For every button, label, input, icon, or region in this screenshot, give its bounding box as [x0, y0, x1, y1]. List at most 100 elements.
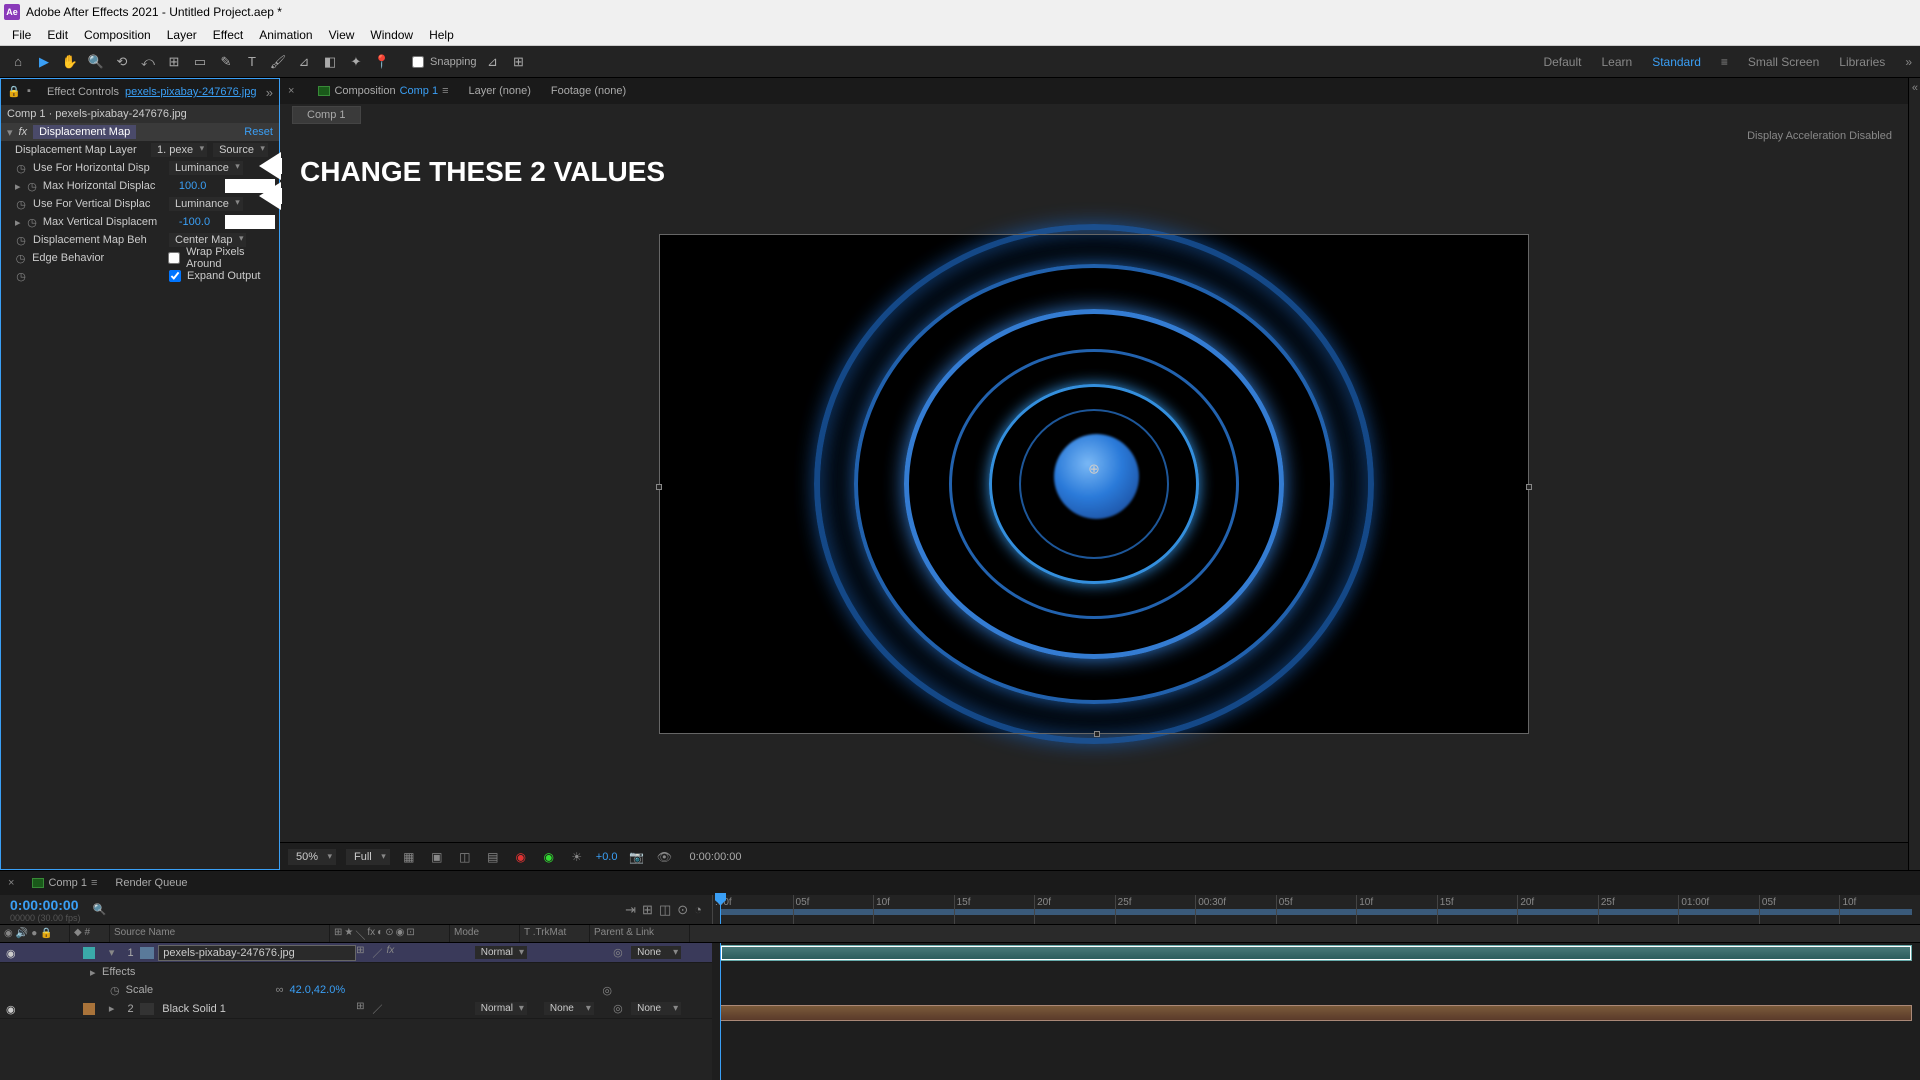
pen-tool-icon[interactable]: ✎ — [216, 52, 236, 72]
switch-col-icon[interactable]: ⊞ — [334, 927, 342, 940]
mode-header[interactable]: Mode — [450, 925, 520, 942]
switch-col-icon[interactable]: ◐ — [377, 927, 383, 940]
home-icon[interactable]: ⌂ — [8, 52, 28, 72]
effect-header[interactable]: ▾ fx Displacement Map Reset — [1, 123, 279, 141]
stopwatch-icon[interactable]: ◷ — [27, 180, 37, 192]
max-horizontal-value[interactable]: 100.0 — [179, 180, 219, 192]
menu-animation[interactable]: Animation — [251, 28, 320, 42]
current-time-indicator[interactable] — [720, 943, 721, 1080]
stopwatch-icon[interactable]: ◷ — [15, 270, 27, 282]
panel-expand-icon[interactable]: » — [1905, 55, 1912, 69]
wrap-pixels-checkbox[interactable] — [168, 252, 180, 264]
expand-panel-icon[interactable]: « — [1912, 82, 1918, 94]
parent-header[interactable]: Parent & Link — [590, 925, 690, 942]
pickwhip-icon[interactable]: ◎ — [613, 1002, 627, 1015]
rotate-tool-icon[interactable]: ⤺ — [138, 52, 158, 72]
guides-icon[interactable]: ▤ — [484, 848, 502, 866]
twirl-icon[interactable]: ▸ — [90, 966, 102, 979]
fx-badge-icon[interactable]: fx — [387, 945, 395, 960]
workspace-menu-icon[interactable]: ≡ — [1721, 55, 1728, 69]
effects-group-row[interactable]: ▸ Effects — [0, 963, 712, 981]
selection-tool-icon[interactable]: ▶ — [34, 52, 54, 72]
menu-composition[interactable]: Composition — [76, 28, 159, 42]
menu-layer[interactable]: Layer — [159, 28, 205, 42]
switch-col-icon[interactable]: ★ — [344, 927, 353, 940]
layer-tab[interactable]: Layer (none) — [469, 85, 531, 97]
type-tool-icon[interactable]: T — [242, 52, 262, 72]
panel-lock-icon[interactable]: 🔒 — [7, 85, 21, 99]
shape-tool-icon[interactable]: ▭ — [190, 52, 210, 72]
switches-icon[interactable]: ⊞ — [642, 902, 653, 918]
stopwatch-icon[interactable]: ◷ — [15, 252, 26, 264]
trkmat-dropdown[interactable]: None — [544, 1002, 594, 1015]
scale-property-row[interactable]: ◷ Scale ∞ 42.0,42.0% ◎ — [0, 981, 712, 999]
exposure-value[interactable]: +0.0 — [596, 851, 618, 863]
snapshot-icon[interactable]: 📷 — [627, 848, 645, 866]
visibility-eye-icon[interactable]: ◉ — [6, 1003, 18, 1015]
map-behavior-dropdown[interactable]: Center Map — [169, 233, 246, 247]
panel-overflow-icon[interactable]: » — [266, 85, 273, 100]
tab-close-icon[interactable]: × — [288, 85, 294, 97]
clone-tool-icon[interactable]: ⊿ — [294, 52, 314, 72]
trkmat-header[interactable]: T .TrkMat — [520, 925, 590, 942]
mask-toggle-icon[interactable]: ▣ — [428, 848, 446, 866]
effect-fx-badge[interactable]: fx — [19, 126, 28, 138]
selection-handle[interactable] — [1526, 484, 1532, 490]
layer-name[interactable]: pexels-pixabay-247676.jpg — [158, 945, 356, 961]
eraser-tool-icon[interactable]: ◧ — [320, 52, 340, 72]
timeline-timecode[interactable]: 0:00:00:00 — [10, 897, 81, 913]
stopwatch-icon[interactable]: ◷ — [15, 162, 27, 174]
label-color[interactable] — [83, 947, 95, 959]
channel-icon[interactable]: ◉ — [512, 848, 530, 866]
effect-controls-tab[interactable]: Effect Controls — [47, 86, 119, 98]
footage-tab[interactable]: Footage (none) — [551, 85, 626, 97]
effect-twirl-icon[interactable]: ▾ — [7, 126, 13, 139]
switch-col-icon[interactable]: ⊙ — [385, 927, 393, 940]
layer-bar-1[interactable] — [720, 945, 1912, 961]
panel-flag-icon[interactable]: ▪ — [27, 85, 41, 99]
shy-toggle-icon[interactable]: ⇥ — [625, 902, 636, 918]
switch-icon[interactable]: ／ — [373, 945, 383, 960]
orbit-tool-icon[interactable]: ⟲ — [112, 52, 132, 72]
menu-edit[interactable]: Edit — [39, 28, 76, 42]
label-col-icon[interactable]: ◆ — [74, 927, 82, 938]
canvas[interactable]: ⊕ — [659, 234, 1529, 734]
workspace-libraries[interactable]: Libraries — [1839, 55, 1885, 69]
panel-menu-icon[interactable]: ≡ — [91, 877, 97, 889]
puppet-tool-icon[interactable]: 📍 — [372, 52, 392, 72]
layer-bar-2[interactable] — [720, 1005, 1912, 1021]
layer-row-2[interactable]: ◉ ▸ 2 Black Solid 1 ⊞ ／ Normal None ◎ No… — [0, 999, 712, 1019]
visibility-eye-icon[interactable]: ◉ — [6, 947, 18, 959]
expression-pickwhip-icon[interactable]: ◎ — [602, 984, 612, 997]
switch-icon[interactable]: ／ — [372, 1001, 382, 1016]
effect-reset-button[interactable]: Reset — [244, 126, 273, 138]
switch-icon[interactable]: ⊞ — [356, 1001, 364, 1016]
stopwatch-icon[interactable]: ◷ — [27, 216, 37, 228]
expand-output-checkbox[interactable] — [169, 270, 181, 282]
switch-col-icon[interactable]: ⊡ — [406, 927, 414, 940]
layer-twirl-icon[interactable]: ▸ — [109, 1002, 121, 1015]
color-mgmt-icon[interactable]: ◉ — [540, 848, 558, 866]
switch-col-icon[interactable]: ＼ — [355, 927, 365, 940]
pickwhip-icon[interactable]: ◎ — [613, 946, 627, 959]
menu-view[interactable]: View — [321, 28, 363, 42]
stopwatch-icon[interactable]: ◷ — [15, 234, 27, 246]
layer-twirl-icon[interactable]: ▾ — [109, 946, 121, 959]
selection-handle[interactable] — [656, 484, 662, 490]
exposure-reset-icon[interactable]: ☀ — [568, 848, 586, 866]
constrain-icon[interactable]: ∞ — [276, 984, 284, 996]
audio-col-icon[interactable]: 🔊 — [16, 928, 28, 939]
timeline-search-icon[interactable]: 🔍 — [93, 903, 109, 916]
timeline-comp-tab[interactable]: Comp 1 ≡ — [32, 877, 97, 889]
snapping-checkbox[interactable] — [412, 56, 424, 68]
blend-mode-dropdown[interactable]: Normal — [475, 946, 527, 959]
motion-blur-icon[interactable]: ⊙ — [677, 902, 688, 918]
source-name-header[interactable]: Source Name — [110, 925, 330, 942]
zoom-tool-icon[interactable]: 🔍 — [86, 52, 106, 72]
max-vertical-value[interactable]: -100.0 — [179, 216, 219, 228]
show-snapshot-icon[interactable]: 👁 — [655, 848, 673, 866]
zoom-dropdown[interactable]: 50% — [288, 849, 336, 865]
viewer-timecode[interactable]: 0:00:00:00 — [689, 851, 741, 863]
workspace-default[interactable]: Default — [1543, 55, 1581, 69]
blend-mode-dropdown[interactable]: Normal — [475, 1002, 527, 1015]
